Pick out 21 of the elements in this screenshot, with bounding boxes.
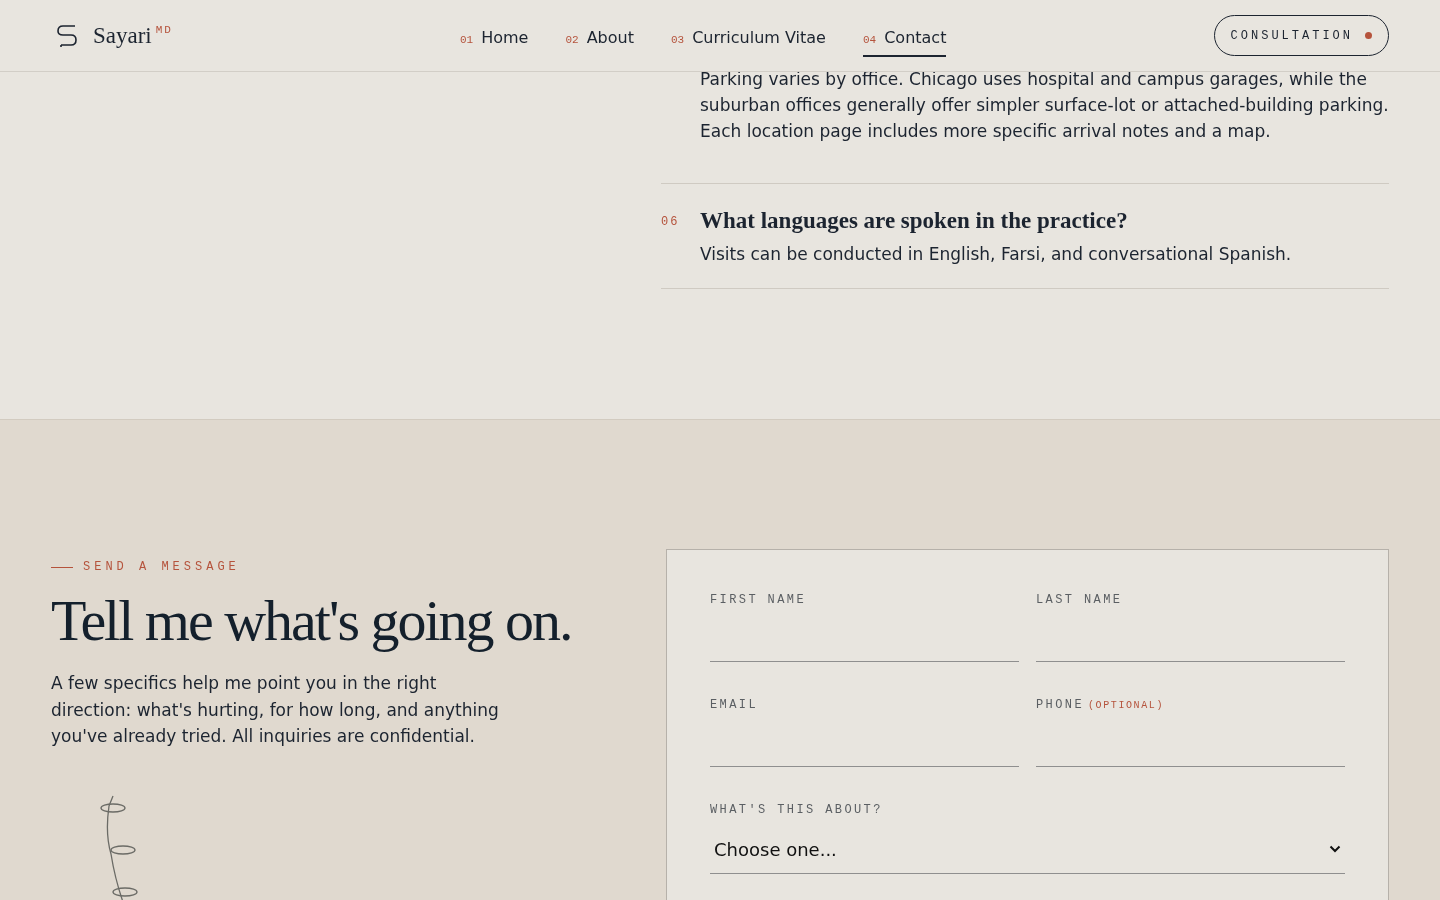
nav-link[interactable]: 02 About (565, 22, 634, 57)
field-label: FIRST NAME (710, 593, 807, 607)
question-heading: What languages are spoken in the practice? (700, 207, 1129, 235)
topic-select[interactable]: Choose one... (710, 825, 1345, 874)
answer-text: Visits can be conducted in English, Farsi, and conversational Spanish. (700, 243, 1293, 266)
logo-icon (55, 22, 79, 49)
field-label: LAST NAME (1036, 593, 1124, 607)
section-eyebrow: SEND A MESSAGE (83, 560, 240, 574)
field-label: EMAIL (710, 698, 759, 712)
nav-link[interactable]: 03 Curriculum Vitae (670, 22, 826, 57)
chevron-down-icon (1329, 845, 1341, 853)
field-label: WHAT'S THIS ABOUT? (710, 803, 884, 817)
field-label: PHONE (OPTIONAL) (1036, 698, 1166, 712)
nav-link[interactable]: 01 Home (460, 22, 529, 57)
nav-link[interactable]: 04 Contact (862, 22, 947, 57)
section-heading: Tell me what's going on. (51, 587, 573, 655)
intro-text: A few specifics help me point you in the right direction: what's hurting, for how long, and anything you've already tried. All inquiries are confidential. (51, 672, 500, 748)
question-number: 06 (661, 214, 681, 231)
optional-note: (OPTIONAL) (1088, 700, 1165, 711)
logo-text[interactable]: Sayari $^{MD}$ (93, 22, 173, 49)
answer-text: Parking varies by office. Chicago uses hospital and campus garages, while the suburban offices generally offer simpler surface-lot or attached-building parking. Each location page includes more specific arrival notes and a map. (700, 68, 1389, 143)
